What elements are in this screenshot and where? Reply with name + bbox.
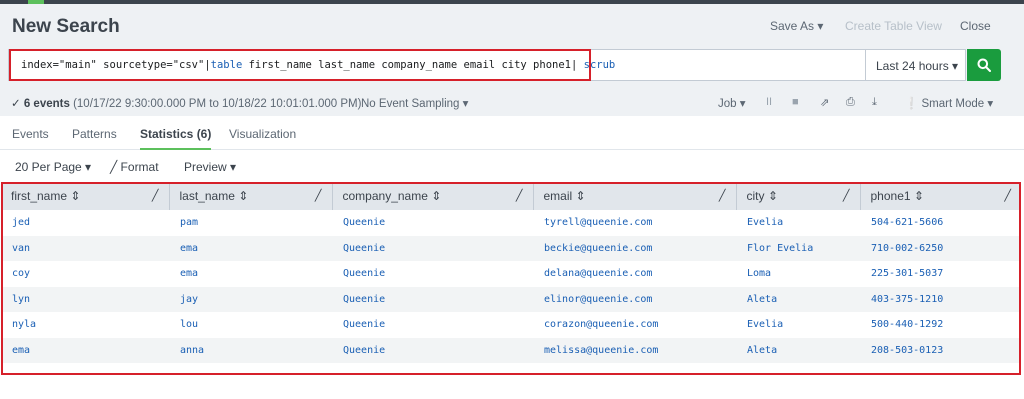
table-cell[interactable]: ema [169, 261, 332, 287]
column-label: last_name ⇕ [179, 189, 249, 203]
search-mode-dropdown[interactable]: ❕ Smart Mode ▾ [904, 96, 993, 110]
time-range-text: (10/17/22 9:30:00.000 PM to 10/18/22 10:… [69, 98, 362, 110]
table-cell[interactable]: anna [169, 337, 332, 363]
search-button[interactable] [967, 49, 1001, 81]
table-row: coy ema Queenie delana@queenie.com Loma 225-3… [1, 261, 1021, 287]
table-cell[interactable]: 500-440-1292 [860, 312, 1021, 338]
statistics-table: first_name ⇕ ╱ last_name ⇕ ╱ company_name … [1, 182, 1021, 363]
table-cell[interactable]: 225-301-5037 [860, 261, 1021, 287]
check-icon: ✓ [11, 98, 21, 110]
table-cell[interactable]: jed [1, 210, 169, 236]
table-cell[interactable]: Aleta [736, 286, 860, 312]
table-cell[interactable]: Queenie [332, 261, 533, 287]
table-row: nyla lou Queenie corazon@queenie.com Evelia 5… [1, 312, 1021, 338]
save-as-button[interactable]: Save As ▾ [770, 19, 823, 33]
time-range-picker[interactable]: Last 24 hours ▾ [866, 49, 966, 81]
column-header-email[interactable]: email ⇕ ╱ [533, 182, 737, 210]
edit-column-icon[interactable]: ╱ [719, 189, 726, 202]
table-cell[interactable]: coy [1, 261, 169, 287]
table-cell[interactable]: nyla [1, 312, 169, 338]
table-cell[interactable]: Queenie [332, 337, 533, 363]
edit-column-icon[interactable]: ╱ [315, 189, 322, 202]
table-cell[interactable]: Queenie [332, 312, 533, 338]
search-bar: index="main" sourcetype="csv"|table firs… [0, 44, 1024, 88]
table-cell[interactable]: ema [1, 337, 169, 363]
tab-visualization[interactable]: Visualization [229, 127, 296, 141]
table-cell[interactable]: melissa@queenie.com [533, 337, 736, 363]
create-table-view-button[interactable]: Create Table View [845, 19, 942, 33]
format-button[interactable]: ╱ Format [110, 160, 159, 174]
table-cell[interactable]: delana@queenie.com [533, 261, 736, 287]
search-icon [977, 58, 991, 72]
edit-column-icon[interactable]: ╱ [843, 189, 850, 202]
event-sampling-dropdown[interactable]: No Event Sampling ▾ [361, 96, 468, 110]
table-cell[interactable]: corazon@queenie.com [533, 312, 736, 338]
table-cell[interactable]: jay [169, 286, 332, 312]
event-summary: ✓ 6 events (10/17/22 9:30:00.000 PM to 1… [11, 96, 361, 110]
table-cell[interactable]: ema [169, 235, 332, 261]
table-cell[interactable]: lyn [1, 286, 169, 312]
edit-column-icon[interactable]: ╱ [516, 189, 523, 202]
table-cell[interactable]: Evelia [736, 312, 860, 338]
table-row: ema anna Queenie melissa@queenie.com Aleta 20… [1, 337, 1021, 363]
table-cell[interactable]: 403-375-1210 [860, 286, 1021, 312]
close-button[interactable]: Close [960, 19, 991, 33]
table-cell[interactable]: Evelia [736, 210, 860, 236]
column-header-last-name[interactable]: last_name ⇕ ╱ [169, 182, 333, 210]
table-cell[interactable]: 208-503-0123 [860, 337, 1021, 363]
table-row: van ema Queenie beckie@queenie.com Flor Evel… [1, 235, 1021, 261]
column-header-phone1[interactable]: phone1 ⇕ ╱ [860, 182, 1021, 210]
column-label: first_name ⇕ [11, 189, 81, 203]
table-cell[interactable]: Queenie [332, 210, 533, 236]
table-cell[interactable]: 710-002-6250 [860, 235, 1021, 261]
column-header-first-name[interactable]: first_name ⇕ ╱ [1, 182, 170, 210]
column-label: city ⇕ [746, 189, 778, 203]
table-cell[interactable]: van [1, 235, 169, 261]
tab-patterns[interactable]: Patterns [72, 127, 117, 141]
table-cell[interactable]: Aleta [736, 337, 860, 363]
header: New Search Save As ▾ Create Table View C… [0, 4, 1024, 44]
edit-column-icon[interactable]: ╱ [1004, 189, 1011, 202]
column-label: email ⇕ [543, 189, 586, 203]
stop-icon[interactable]: ■ [792, 96, 799, 108]
table-cell[interactable]: 504-621-5606 [860, 210, 1021, 236]
event-count: 6 events [23, 98, 70, 110]
job-menu[interactable]: Job ▾ [718, 96, 746, 110]
share-icon[interactable]: ⇗ [820, 96, 829, 109]
tab-statistics[interactable]: Statistics (6) [140, 127, 212, 151]
tab-events[interactable]: Events [12, 127, 49, 141]
preview-dropdown[interactable]: Preview ▾ [184, 160, 236, 174]
table-cell[interactable]: lou [169, 312, 332, 338]
table-cell[interactable]: Queenie [332, 286, 533, 312]
query-highlight-box [9, 49, 591, 81]
print-icon[interactable]: ⎙ [846, 96, 855, 109]
table-cell[interactable]: Queenie [332, 235, 533, 261]
job-status-bar: ✓ 6 events (10/17/22 9:30:00.000 PM to 1… [0, 88, 1024, 116]
pause-icon[interactable]: II [766, 96, 772, 108]
column-label: phone1 ⇕ [870, 189, 924, 203]
export-icon[interactable]: ⤓ [872, 96, 877, 109]
statistics-table-container: first_name ⇕ ╱ last_name ⇕ ╱ company_name … [0, 182, 1022, 374]
results-toolbar: 20 Per Page ▾ ╱ Format Preview ▾ [0, 150, 1024, 182]
table-header-row: first_name ⇕ ╱ last_name ⇕ ╱ company_name … [1, 182, 1021, 210]
edit-column-icon[interactable]: ╱ [152, 189, 159, 202]
table-cell[interactable]: pam [169, 210, 332, 236]
results-tabs: Events Patterns Statistics (6) Visualiza… [0, 116, 1024, 151]
table-cell[interactable]: beckie@queenie.com [533, 235, 736, 261]
column-label: company_name ⇕ [342, 189, 442, 203]
table-cell[interactable]: elinor@queenie.com [533, 286, 736, 312]
page-title: New Search [12, 16, 120, 37]
column-header-city[interactable]: city ⇕ ╱ [736, 182, 861, 210]
table-row: lyn jay Queenie elinor@queenie.com Aleta 403-… [1, 286, 1021, 312]
column-header-company-name[interactable]: company_name ⇕ ╱ [332, 182, 534, 210]
table-row: jed pam Queenie tyrell@queenie.com Evelia 504… [1, 210, 1021, 236]
table-cell[interactable]: Loma [736, 261, 860, 287]
table-cell[interactable]: Flor Evelia [736, 235, 860, 261]
table-cell[interactable]: tyrell@queenie.com [533, 210, 736, 236]
per-page-dropdown[interactable]: 20 Per Page ▾ [15, 160, 91, 174]
